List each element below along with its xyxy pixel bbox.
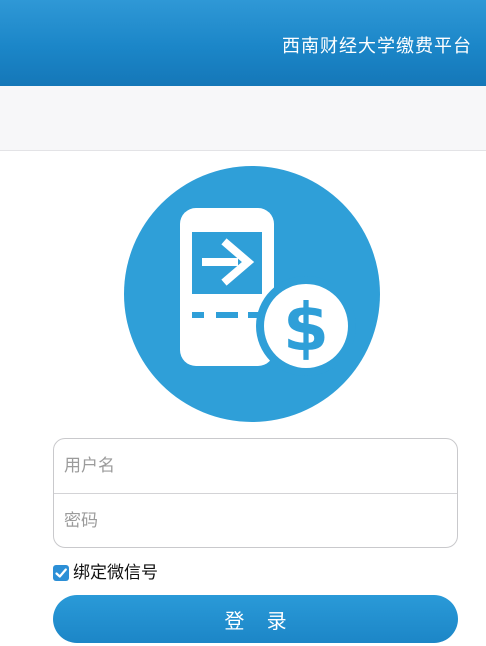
- phone-dash: [192, 312, 204, 318]
- login-button[interactable]: 登 录: [53, 595, 458, 643]
- password-input[interactable]: [54, 494, 457, 548]
- bind-wechat-row[interactable]: 绑定微信号: [53, 563, 158, 583]
- header-title: 西南财经大学缴费平台: [282, 36, 472, 57]
- app-header: 西南财经大学缴费平台: [0, 0, 486, 86]
- bind-wechat-checkbox[interactable]: [53, 565, 69, 581]
- bind-wechat-label: 绑定微信号: [73, 563, 158, 583]
- mobile-payment-icon: $: [124, 166, 380, 422]
- username-input[interactable]: [54, 439, 457, 493]
- sub-bar: [0, 86, 486, 151]
- phone-dash: [216, 312, 238, 318]
- checkmark-icon: [55, 568, 67, 578]
- dollar-icon: $: [283, 289, 329, 366]
- arrow-shaft: [202, 258, 238, 266]
- login-input-group: [53, 438, 458, 548]
